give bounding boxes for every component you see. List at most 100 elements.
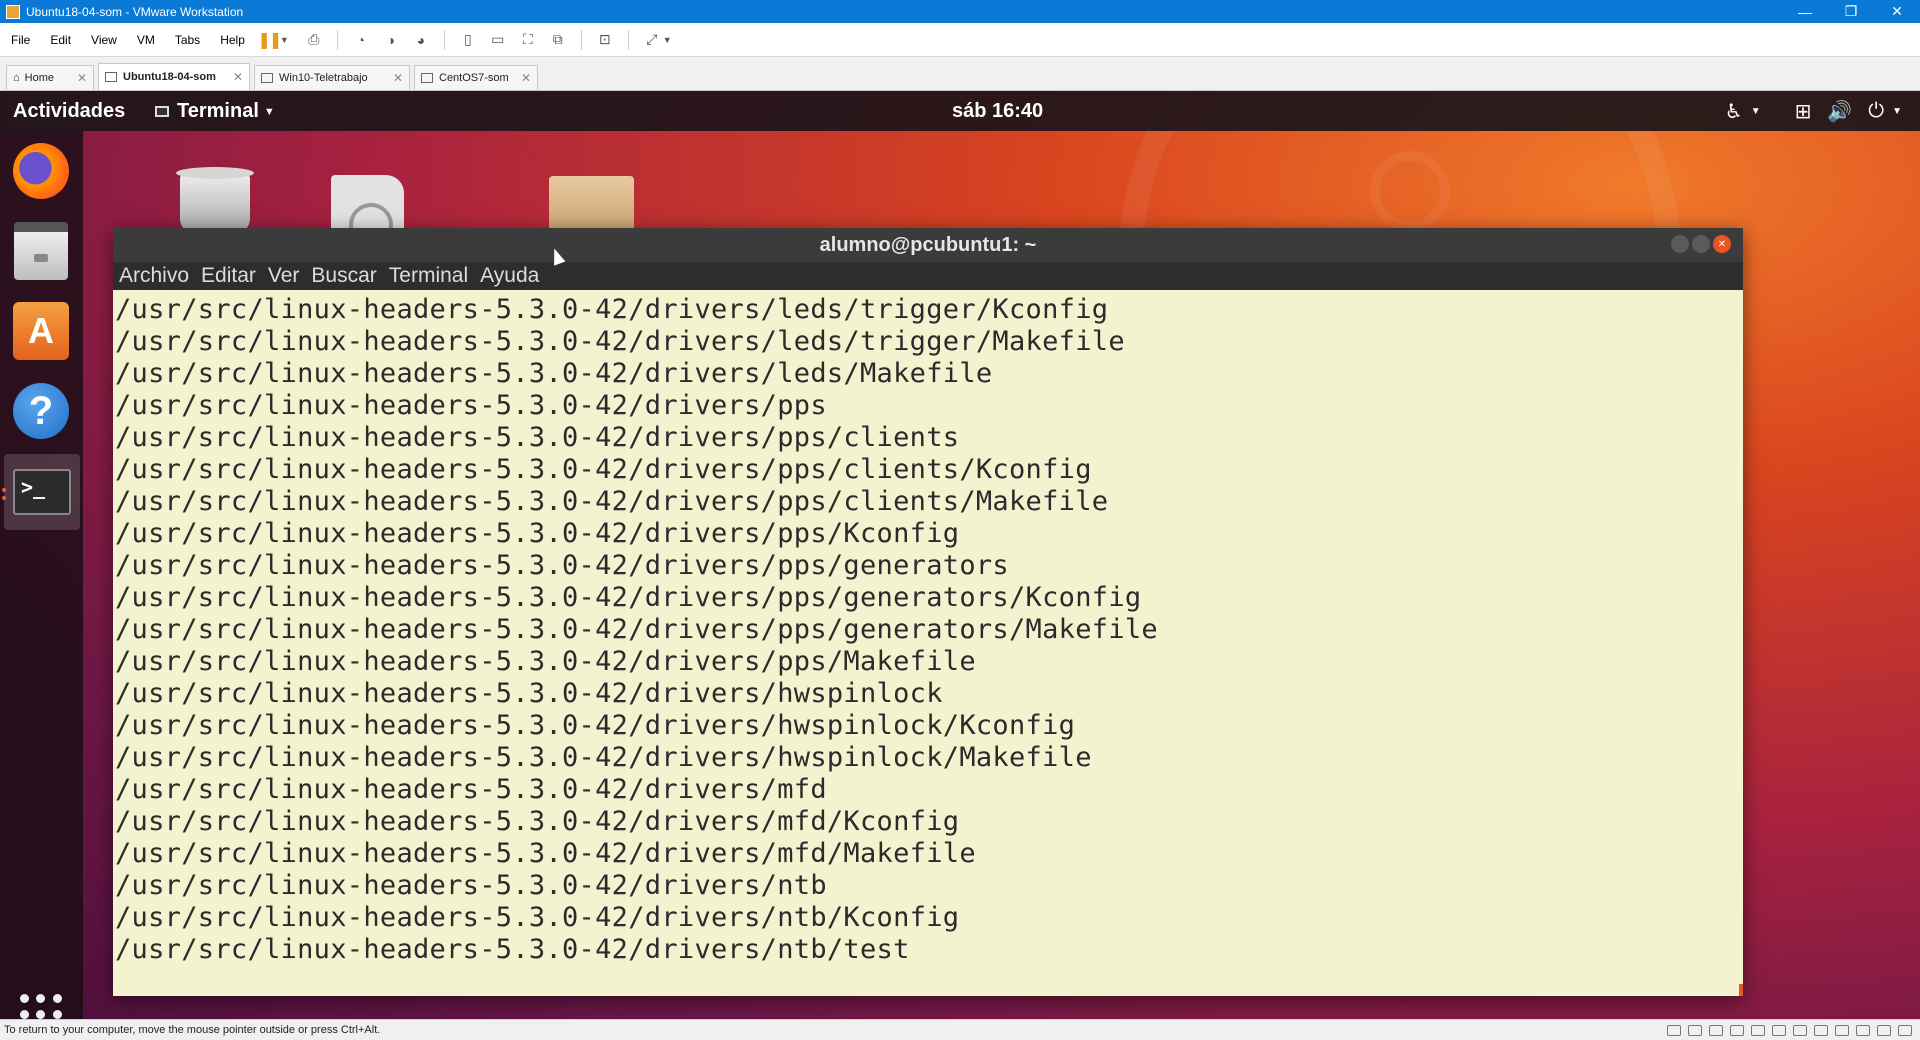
- terminal-line: /usr/src/linux-headers-5.3.0-42/drivers/…: [115, 518, 960, 549]
- app-menu-terminal[interactable]: Terminal ▼: [155, 100, 275, 123]
- tab-centos7-som[interactable]: CentOS7-som ✕: [414, 65, 538, 90]
- dock-help[interactable]: ?: [11, 381, 71, 441]
- tab-label: Win10-Teletrabajo: [279, 72, 368, 84]
- terminal-output[interactable]: /usr/src/linux-headers-5.3.0-42/drivers/…: [113, 290, 1743, 996]
- chevron-down-icon: ▼: [263, 105, 275, 118]
- hard-disk-icon[interactable]: [1688, 1024, 1702, 1036]
- terminal-line: /usr/src/linux-headers-5.3.0-42/drivers/…: [115, 934, 910, 965]
- close-icon[interactable]: ✕: [513, 71, 531, 85]
- show-applications-icon[interactable]: [20, 994, 62, 1019]
- vm-icon: [421, 73, 433, 83]
- terminal-line: /usr/src/linux-headers-5.3.0-42/drivers/…: [115, 678, 943, 709]
- volume-icon[interactable]: 🔊: [1827, 99, 1852, 124]
- toolbar-separator: [336, 29, 338, 50]
- terminal-icon: [155, 106, 169, 117]
- stretch-dropdown-icon[interactable]: ▼: [663, 35, 672, 45]
- menu-help[interactable]: Help: [209, 33, 254, 47]
- terminal-menu-archivo[interactable]: Archivo: [119, 264, 189, 288]
- menu-file[interactable]: File: [0, 33, 39, 47]
- window-title: Ubuntu18-04-som - VMware Workstation: [26, 4, 244, 19]
- thumbnail-bar-icon[interactable]: ▭: [487, 29, 509, 51]
- vmware-app-icon: [6, 4, 20, 19]
- clock[interactable]: sáb 16:40: [952, 100, 1043, 123]
- close-icon[interactable]: ✕: [225, 70, 243, 84]
- terminal-line: /usr/src/linux-headers-5.3.0-42/drivers/…: [115, 870, 827, 901]
- message-log-icon[interactable]: [1898, 1024, 1912, 1036]
- tab-ubuntu18-04-som[interactable]: Ubuntu18-04-som ✕: [98, 63, 250, 90]
- close-icon[interactable]: ✕: [69, 71, 87, 85]
- terminal-line: /usr/src/linux-headers-5.3.0-42/drivers/…: [115, 646, 976, 677]
- trash-desktop-icon[interactable]: [176, 167, 254, 233]
- hard-disk-icon[interactable]: [1709, 1024, 1723, 1036]
- snapshot-manager-icon[interactable]: ◕: [410, 29, 432, 51]
- unity-icon[interactable]: ⧉: [547, 29, 569, 51]
- minimize-icon[interactable]: [1671, 235, 1689, 253]
- hard-disk-icon[interactable]: [1667, 1024, 1681, 1036]
- close-icon[interactable]: ✕: [1713, 235, 1731, 253]
- terminal-line: /usr/src/linux-headers-5.3.0-42/drivers/…: [115, 294, 1109, 325]
- firefox-icon: [13, 143, 69, 199]
- snapshot-icon[interactable]: ◔: [350, 29, 372, 51]
- close-icon[interactable]: ✕: [385, 71, 403, 85]
- terminal-line: /usr/src/linux-headers-5.3.0-42/drivers/…: [115, 390, 827, 421]
- menu-view[interactable]: View: [80, 33, 126, 47]
- terminal-line: /usr/src/linux-headers-5.3.0-42/drivers/…: [115, 774, 827, 805]
- cd-dvd-icon[interactable]: [1751, 1024, 1765, 1036]
- stretch-guest-icon[interactable]: ⤢: [641, 29, 663, 51]
- chevron-down-icon[interactable]: ▼: [1751, 106, 1761, 117]
- usb-icon[interactable]: [1877, 1024, 1891, 1036]
- terminal-menu-ayuda[interactable]: Ayuda: [480, 264, 539, 288]
- network-icon[interactable]: ⊞: [1795, 99, 1812, 124]
- network-adapter-icon[interactable]: [1772, 1024, 1786, 1036]
- dock-firefox[interactable]: [11, 141, 71, 201]
- terminal-menu-buscar[interactable]: Buscar: [311, 264, 376, 288]
- close-button[interactable]: ✕: [1874, 0, 1920, 23]
- menu-tabs[interactable]: Tabs: [164, 33, 209, 47]
- terminal-title: alumno@pcubuntu1: ~: [819, 233, 1037, 256]
- hard-disk-icon[interactable]: [1730, 1024, 1744, 1036]
- tab-home[interactable]: ⌂ Home ✕: [6, 65, 94, 90]
- power-icon[interactable]: ⏻: [1868, 100, 1884, 123]
- sound-card-icon[interactable]: [1835, 1024, 1849, 1036]
- dock-terminal[interactable]: >_: [4, 454, 80, 530]
- terminal-menu-ver[interactable]: Ver: [268, 264, 300, 288]
- pause-dropdown-icon[interactable]: ▼: [280, 35, 289, 45]
- terminal-line: /usr/src/linux-headers-5.3.0-42/drivers/…: [115, 358, 993, 389]
- package-desktop-icon[interactable]: [549, 176, 634, 236]
- minimize-button[interactable]: —: [1782, 0, 1828, 23]
- send-ctrl-alt-del-icon[interactable]: ⎙: [303, 29, 325, 51]
- vm-icon: [261, 73, 273, 83]
- running-indicator: [2, 488, 6, 492]
- terminal-window[interactable]: alumno@pcubuntu1: ~ ✕ Archivo Editar Ver…: [113, 228, 1743, 996]
- printer-icon[interactable]: [1793, 1024, 1807, 1036]
- activities-button[interactable]: Actividades: [13, 100, 125, 123]
- pause-icon[interactable]: ❚❚: [257, 29, 282, 51]
- menu-vm[interactable]: VM: [126, 33, 164, 47]
- vmware-menubar: File Edit View VM Tabs Help ❚❚ ▼ ⎙ ◔ ◑ ◕…: [0, 23, 1920, 57]
- full-screen-icon[interactable]: ⛶: [517, 29, 539, 51]
- tab-win10-teletrabajo[interactable]: Win10-Teletrabajo ✕: [254, 65, 410, 90]
- menu-edit[interactable]: Edit: [39, 33, 80, 47]
- tab-label: CentOS7-som: [439, 72, 509, 84]
- show-library-icon[interactable]: ▯: [457, 29, 479, 51]
- sound-card-icon[interactable]: [1814, 1024, 1828, 1036]
- guest-screen[interactable]: Actividades Terminal ▼ sáb 16:40 ♿ ▼ ⊞ 🔊…: [0, 91, 1920, 1019]
- accessibility-icon[interactable]: ♿: [1725, 99, 1743, 124]
- console-view-icon[interactable]: ⊡: [594, 29, 616, 51]
- files-icon: [14, 222, 68, 280]
- terminal-menu-terminal[interactable]: Terminal: [389, 264, 468, 288]
- app-menu-label: Terminal: [177, 100, 259, 122]
- revert-snapshot-icon[interactable]: ◑: [380, 29, 402, 51]
- maximize-icon[interactable]: [1692, 235, 1710, 253]
- dock-files[interactable]: [11, 221, 71, 281]
- scrollbar-indicator[interactable]: [1739, 984, 1743, 996]
- terminal-menu-editar[interactable]: Editar: [201, 264, 256, 288]
- terminal-line: /usr/src/linux-headers-5.3.0-42/drivers/…: [115, 550, 1009, 581]
- chevron-down-icon[interactable]: ▼: [1892, 106, 1902, 117]
- tab-label: Ubuntu18-04-som: [123, 71, 216, 83]
- dock-software[interactable]: A: [11, 301, 71, 361]
- display-icon[interactable]: [1856, 1024, 1870, 1036]
- restore-button[interactable]: ❐: [1828, 0, 1874, 23]
- terminal-icon: >_: [13, 469, 71, 515]
- terminal-titlebar[interactable]: alumno@pcubuntu1: ~ ✕: [113, 228, 1743, 262]
